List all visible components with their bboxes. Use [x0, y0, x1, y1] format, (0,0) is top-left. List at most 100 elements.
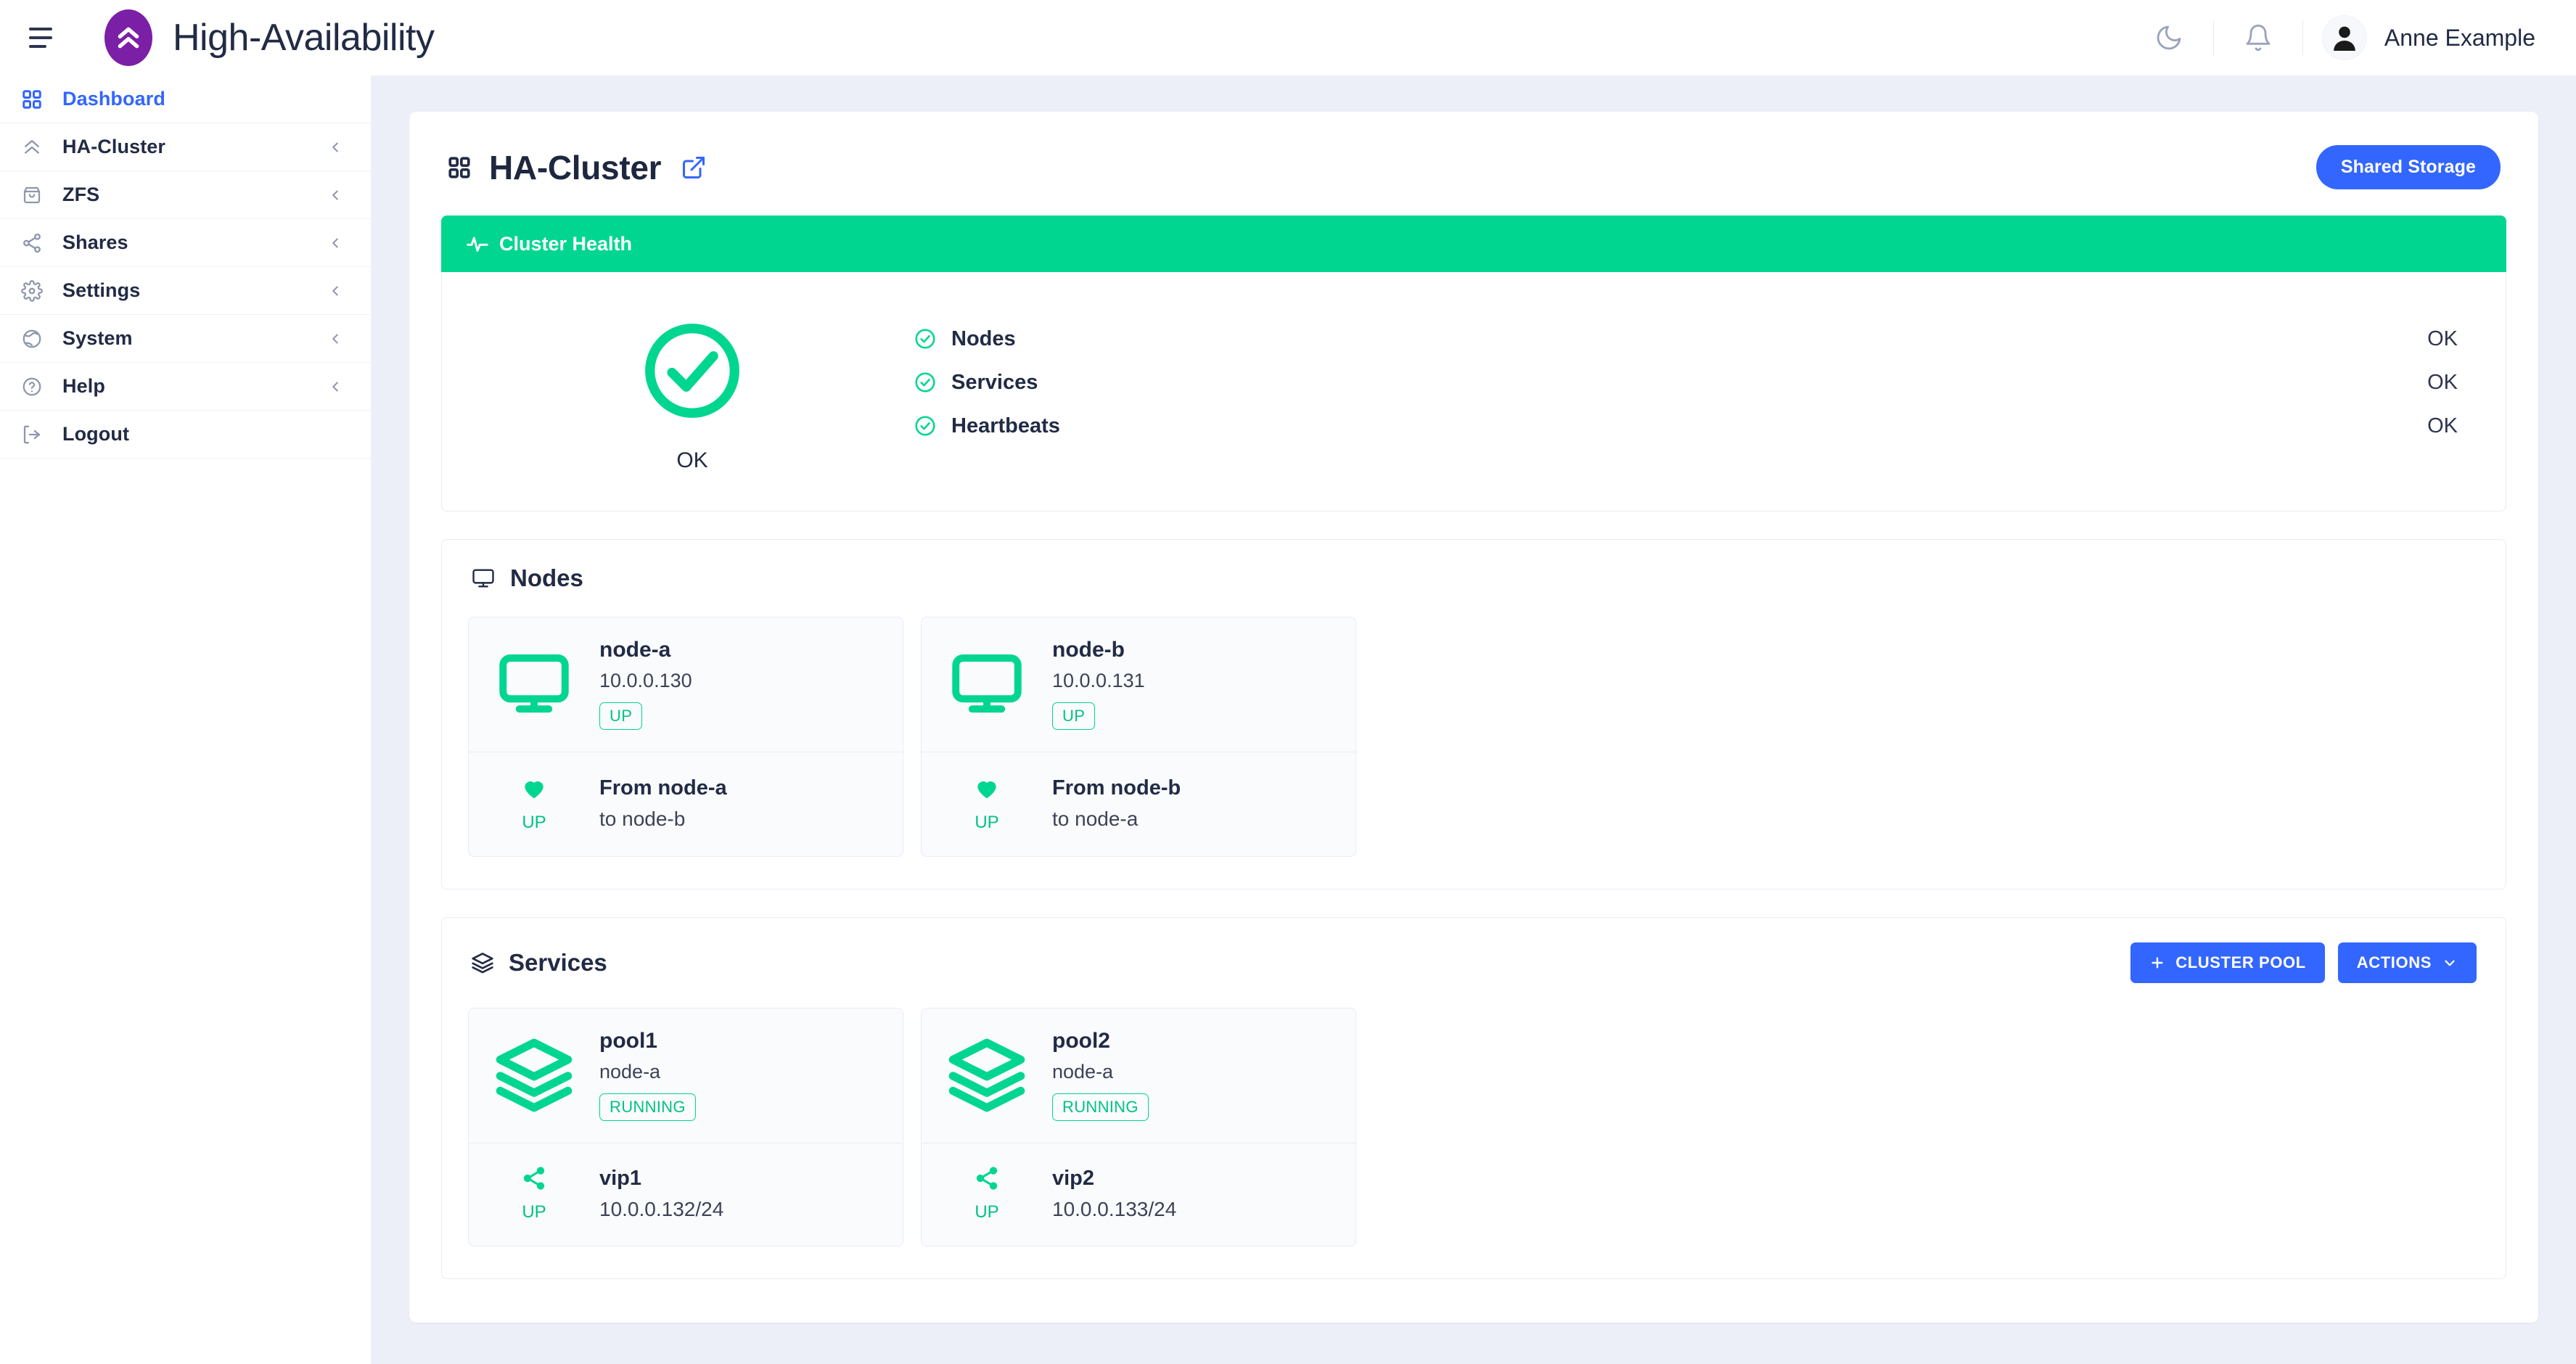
heartbeat-status: UP: [975, 813, 999, 832]
sidebar-item-system[interactable]: System: [0, 315, 371, 363]
sidebar-item-label: Help: [62, 375, 105, 397]
health-check-status: OK: [2427, 326, 2458, 350]
sidebar-item-logout[interactable]: Logout: [0, 411, 371, 459]
sidebar-item-help[interactable]: Help: [0, 363, 371, 411]
share-icon: [19, 230, 45, 256]
app-root: High-Availability Anne Example Dashboard…: [0, 0, 2576, 1364]
archive-box-icon: [19, 182, 45, 208]
sidebar-item-settings[interactable]: Settings: [0, 267, 371, 315]
services-section: Services CLUSTER POOL ACTIONS pool1 node…: [441, 917, 2506, 1279]
sidebar-item-dashboard[interactable]: Dashboard: [0, 75, 371, 123]
actions-button[interactable]: ACTIONS: [2337, 942, 2477, 983]
plus-icon: [2149, 955, 2165, 971]
service-name: pool1: [599, 1029, 657, 1053]
node-card[interactable]: node-b 10.0.0.131 UP UP From node-b to n…: [921, 617, 1356, 857]
vip-indicator: UP: [943, 1165, 1030, 1223]
check-circle-icon: [914, 414, 940, 437]
logout-icon: [19, 422, 45, 448]
heartbeat-from: From node-b: [1052, 776, 1181, 800]
sidebar-item-zfs[interactable]: ZFS: [0, 171, 371, 219]
chevron-left-icon[interactable]: [326, 138, 345, 157]
service-card[interactable]: pool2 node-a RUNNING UP vip2 10.0.0.133/…: [921, 1008, 1356, 1246]
heartbeat-from: From node-a: [599, 776, 727, 800]
health-check-status: OK: [2427, 370, 2458, 394]
add-cluster-pool-button[interactable]: CLUSTER POOL: [2130, 942, 2325, 983]
sidebar-item-shares[interactable]: Shares: [0, 219, 371, 267]
cluster-health-panel: Cluster Health OK Nodes OK Services OK H…: [441, 215, 2506, 512]
chevron-left-icon[interactable]: [326, 282, 345, 300]
page-header: HA-Cluster Shared Storage: [441, 145, 2506, 189]
bell-icon[interactable]: [2233, 12, 2284, 63]
add-cluster-pool-label: CLUSTER POOL: [2175, 953, 2306, 971]
sidebar-item-label: HA-Cluster: [62, 136, 166, 157]
activity-pulse-icon: [466, 232, 489, 255]
chevron-left-icon[interactable]: [326, 186, 345, 205]
vip-status: UP: [975, 1202, 999, 1222]
status-badge: UP: [1052, 702, 1096, 730]
health-check-row: Services OK: [914, 363, 2477, 401]
status-badge: UP: [599, 702, 643, 730]
sidebar: Dashboard HA-Cluster ZFS Shares Settings…: [0, 75, 372, 1364]
heartbeat-to: to node-a: [1052, 808, 1139, 830]
chevron-left-icon[interactable]: [326, 329, 345, 348]
services-card-row: pool1 node-a RUNNING UP vip1 10.0.0.132/…: [468, 1008, 2479, 1246]
double-chevron-up-icon: [19, 134, 45, 160]
chevron-left-icon[interactable]: [326, 377, 345, 396]
nodes-section-title: Nodes: [510, 564, 583, 591]
health-check-list: Nodes OK Services OK Heartbeats OK: [914, 310, 2477, 451]
divider: [2302, 20, 2303, 55]
vip-address: 10.0.0.132/24: [599, 1198, 724, 1220]
external-link-icon[interactable]: [678, 152, 709, 183]
nodes-card-row: node-a 10.0.0.130 UP UP From node-a to n…: [468, 617, 2479, 857]
node-card-heartbeat: UP From node-a to node-b: [469, 752, 903, 856]
node-address: 10.0.0.130: [599, 670, 692, 691]
service-card-top: pool2 node-a RUNNING: [922, 1008, 1355, 1143]
brand-title: High-Availability: [173, 17, 435, 59]
chevron-left-icon[interactable]: [326, 234, 345, 252]
chevron-down-icon: [2442, 955, 2458, 971]
check-circle-icon: [914, 371, 940, 394]
status-badge: RUNNING: [1052, 1093, 1149, 1121]
overall-health-status: OK: [676, 448, 708, 472]
vip-indicator: UP: [491, 1165, 578, 1223]
node-card-top: node-b 10.0.0.131 UP: [922, 617, 1355, 752]
moon-icon[interactable]: [2144, 12, 2194, 63]
layers-icon: [943, 1035, 1030, 1116]
service-card-vip: UP vip2 10.0.0.133/24: [922, 1143, 1355, 1246]
share-icon: [974, 1165, 1000, 1195]
node-card-heartbeat: UP From node-b to node-a: [922, 752, 1355, 856]
cluster-health-title: Cluster Health: [499, 232, 633, 255]
top-bar: High-Availability Anne Example: [0, 0, 2576, 75]
service-host: node-a: [1052, 1061, 1114, 1082]
health-check-row: Heartbeats OK: [914, 407, 2477, 445]
health-check-name: Services: [951, 370, 1038, 394]
question-circle-icon: [19, 374, 45, 400]
heartbeat-meta: From node-b to node-a: [1052, 776, 1334, 831]
page-title: HA-Cluster: [489, 148, 662, 186]
node-card[interactable]: node-a 10.0.0.130 UP UP From node-a to n…: [468, 617, 903, 857]
body: Dashboard HA-Cluster ZFS Shares Settings…: [0, 75, 2576, 1364]
hamburger-icon[interactable]: [25, 18, 64, 57]
service-card-vip: UP vip1 10.0.0.132/24: [469, 1143, 903, 1246]
heartbeat-indicator: UP: [943, 774, 1030, 833]
health-check-status: OK: [2427, 414, 2458, 437]
username[interactable]: Anne Example: [2384, 25, 2535, 52]
heartbeat-status: UP: [522, 813, 546, 832]
check-circle-icon: [914, 327, 940, 350]
avatar[interactable]: [2321, 15, 2367, 60]
brand[interactable]: High-Availability: [104, 9, 435, 66]
status-badge: RUNNING: [599, 1093, 696, 1121]
vip-address: 10.0.0.133/24: [1052, 1198, 1177, 1220]
layers-icon: [491, 1035, 578, 1116]
heart-icon: [520, 774, 548, 805]
globe-icon: [19, 326, 45, 352]
shared-storage-button[interactable]: Shared Storage: [2315, 145, 2501, 189]
services-section-actions: CLUSTER POOL ACTIONS: [2130, 942, 2477, 983]
sidebar-item-ha-cluster[interactable]: HA-Cluster: [0, 123, 371, 171]
vip-name: vip2: [1052, 1167, 1095, 1190]
service-card[interactable]: pool1 node-a RUNNING UP vip1 10.0.0.132/…: [468, 1008, 903, 1246]
node-card-top: node-a 10.0.0.130 UP: [469, 617, 903, 752]
vip-meta: vip1 10.0.0.132/24: [599, 1167, 881, 1221]
top-bar-right: Anne Example: [2144, 12, 2543, 63]
services-section-title: Services: [509, 949, 607, 976]
